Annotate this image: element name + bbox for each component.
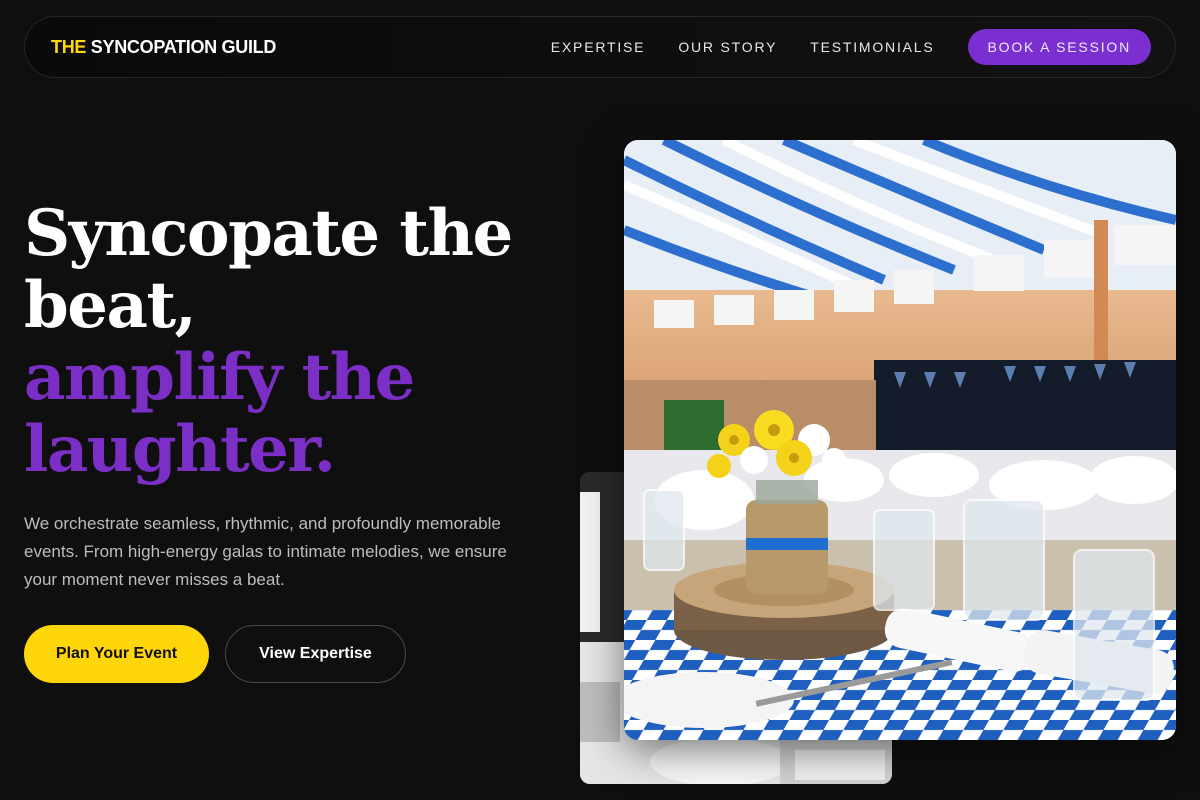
logo-accent: THE — [51, 36, 87, 57]
plan-event-button[interactable]: Plan Your Event — [24, 625, 209, 683]
headline-line-1: Syncopate the — [24, 196, 513, 271]
hero-event-photo — [624, 140, 1176, 740]
view-expertise-button[interactable]: View Expertise — [225, 625, 406, 683]
hero-headline: Syncopate the beat, amplify the laughter… — [24, 198, 584, 486]
book-session-button[interactable]: BOOK A SESSION — [967, 29, 1151, 65]
nav-link-our-story[interactable]: OUR STORY — [678, 39, 777, 55]
nav-links: EXPERTISE OUR STORY TESTIMONIALS BOOK A … — [551, 29, 1151, 65]
navbar: THE SYNCOPATION GUILD EXPERTISE OUR STOR… — [24, 16, 1176, 78]
headline-line-3: amplify the — [24, 340, 415, 415]
headline-line-4: laughter. — [24, 412, 336, 487]
logo-text: SYNCOPATION GUILD — [86, 36, 277, 57]
nav-link-testimonials[interactable]: TESTIMONIALS — [810, 39, 934, 55]
page: THE SYNCOPATION GUILD EXPERTISE OUR STOR… — [0, 0, 1200, 800]
brand-logo[interactable]: THE SYNCOPATION GUILD — [51, 37, 276, 58]
nav-link-expertise[interactable]: EXPERTISE — [551, 39, 646, 55]
hero-subtitle: We orchestrate seamless, rhythmic, and p… — [24, 514, 507, 589]
headline-line-2: beat, — [24, 268, 197, 343]
